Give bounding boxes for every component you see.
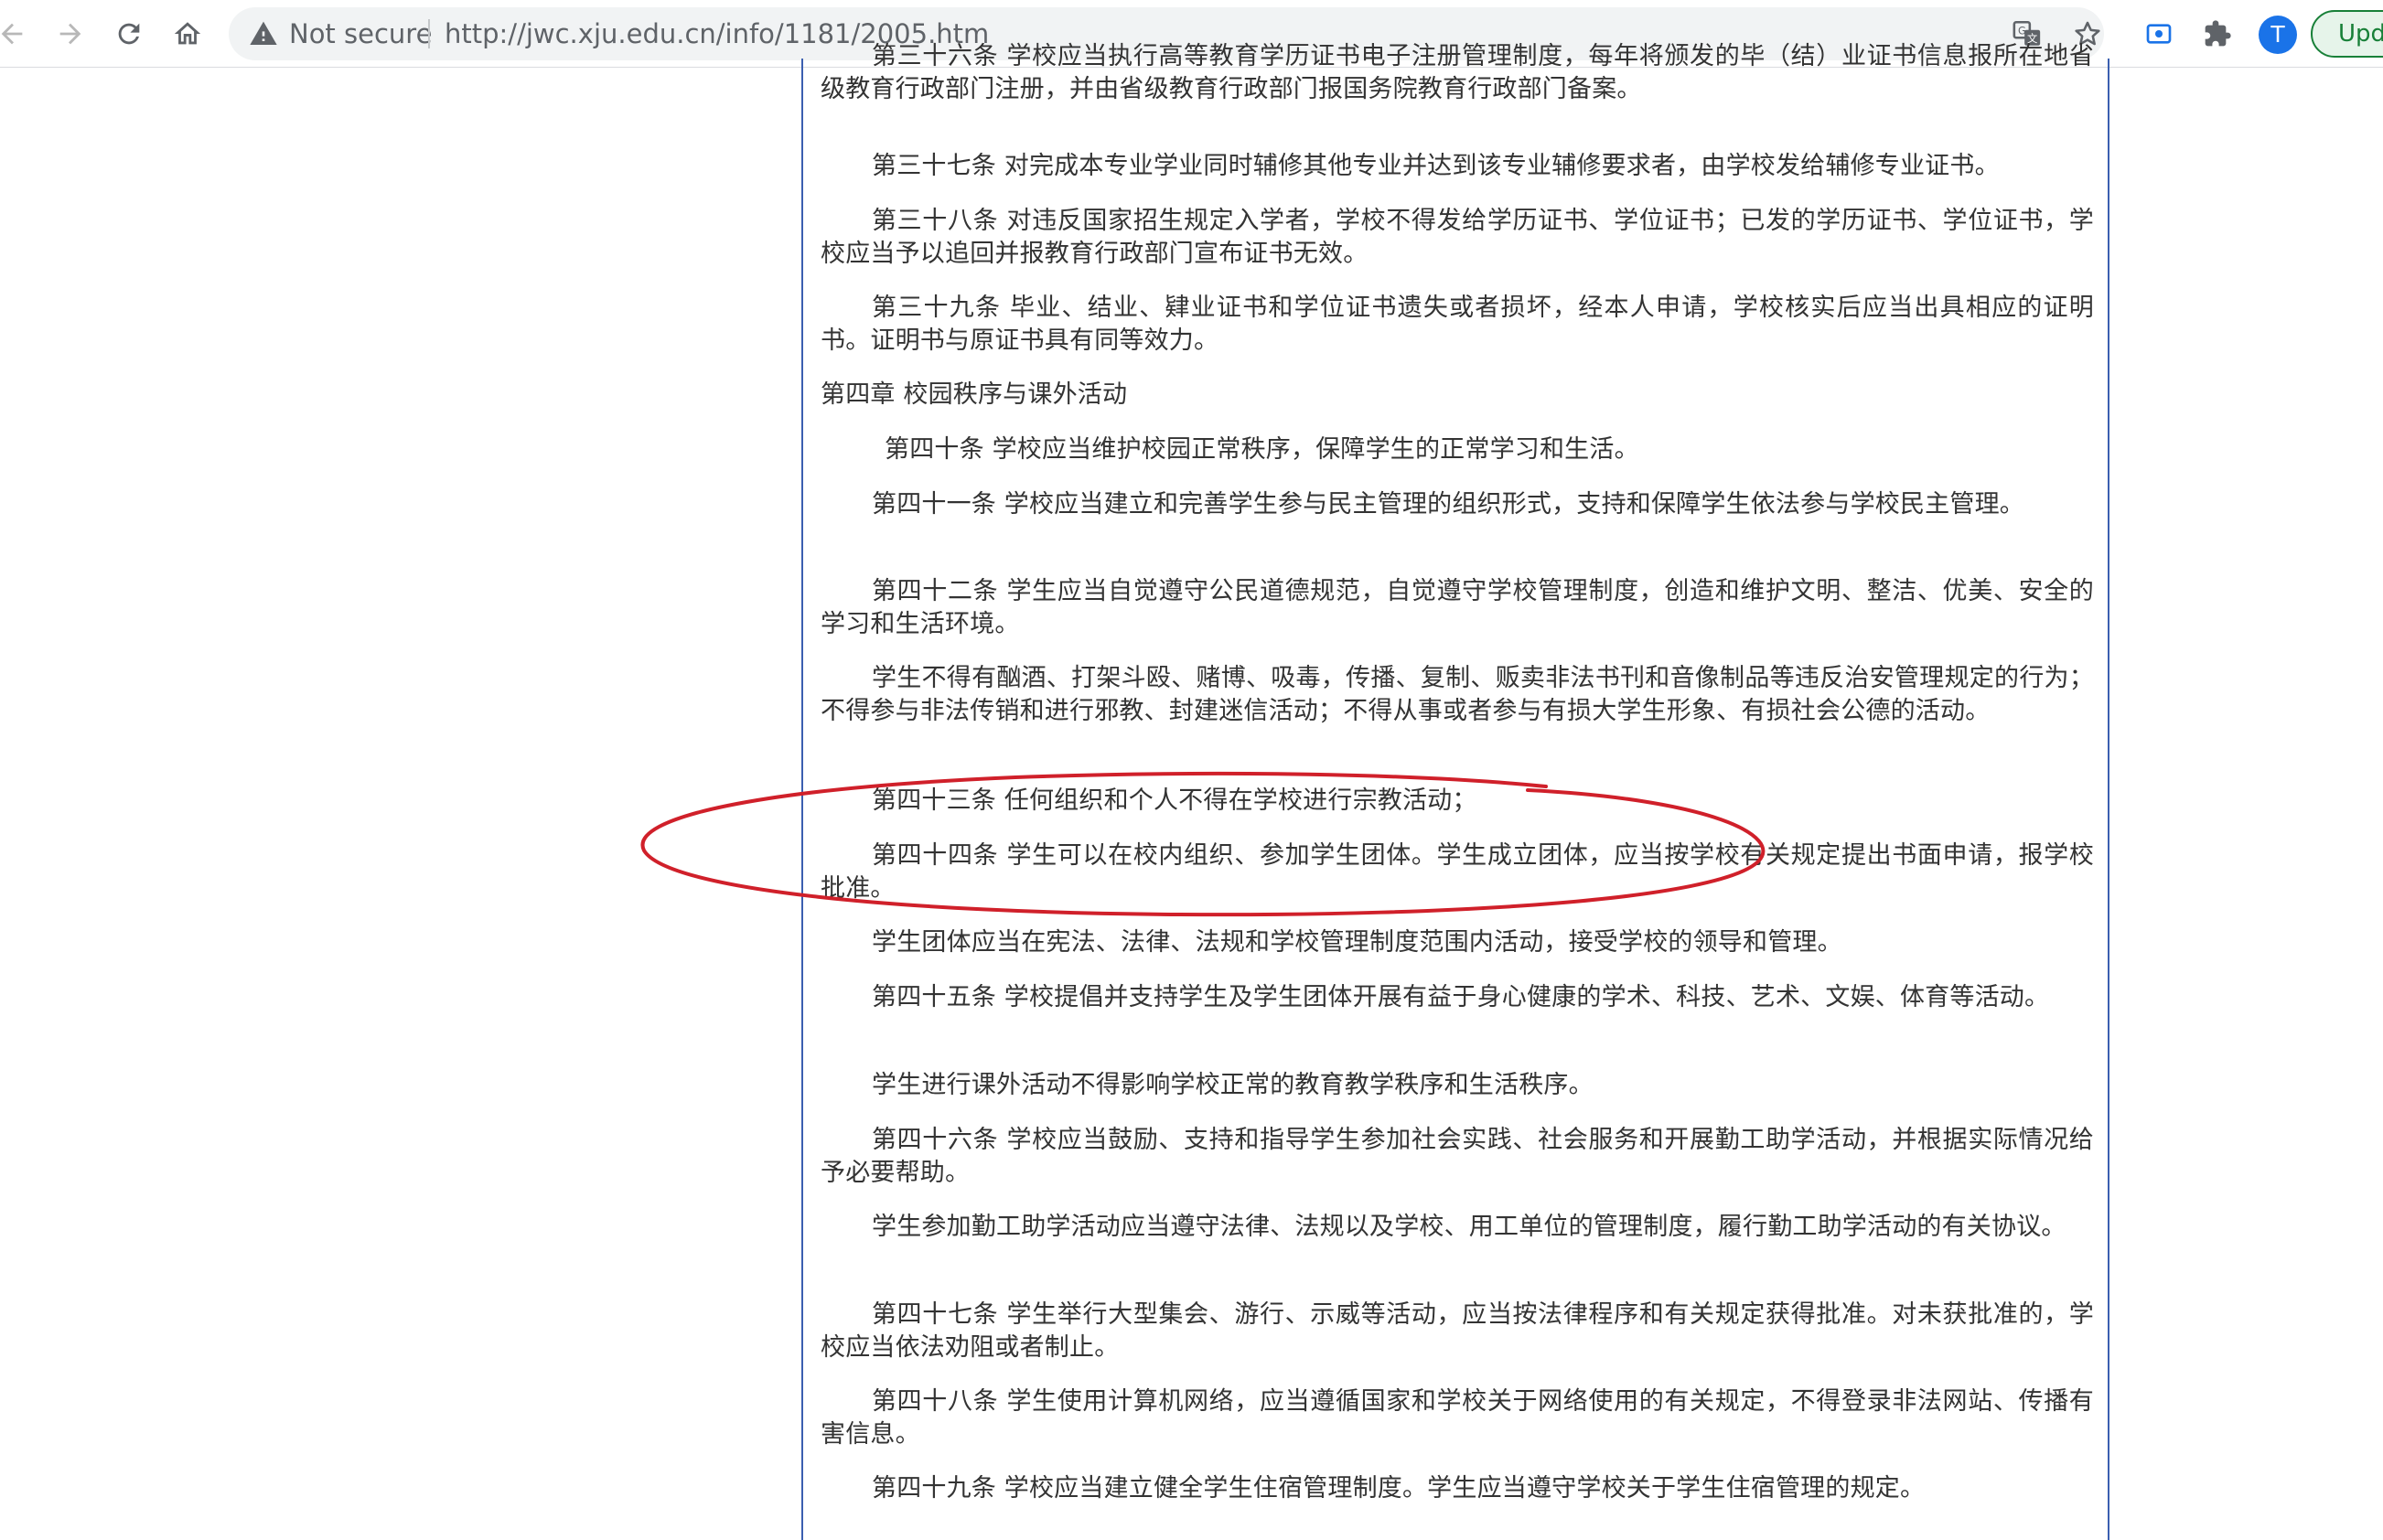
article-paragraph: 第四十一条 学校应当建立和完善学生参与民主管理的组织形式，支持和保障学生依法参与… [872, 490, 2024, 519]
address-divider [428, 19, 430, 48]
article-paragraph: 第三十七条 对完成本专业学业同时辅修其他专业并达到该专业辅修要求者，由学校发给辅… [872, 152, 2000, 180]
article-paragraph: 第四十六条 学校应当鼓励、支持和指导学生参加社会实践、社会服务和开展勤工助学活动… [821, 1126, 2094, 1187]
reload-button[interactable] [104, 9, 154, 59]
security-status-label[interactable]: Not secure [289, 7, 432, 60]
article-paragraph: 第四十九条 学校应当建立健全学生住宿管理制度。学生应当遵守学校关于学生住宿管理的… [872, 1474, 1926, 1503]
home-button[interactable] [163, 9, 212, 59]
article-paragraph: 第三十九条 毕业、结业、肄业证书和学位证书遗失或者损坏，经本人申请，学校核实后应… [821, 294, 2094, 355]
article-paragraph: 第四十八条 学生使用计算机网络，应当遵循国家和学校关于网络使用的有关规定，不得登… [821, 1387, 2094, 1449]
article-paragraph: 第四十条 学校应当维护校园正常秩序，保障学生的正常学习和生活。 [885, 435, 1639, 464]
home-icon [174, 22, 201, 45]
back-button[interactable] [0, 9, 37, 59]
article-paragraph: 第四十七条 学生举行大型集会、游行、示威等活动，应当按法律程序和有关规定获得批准… [821, 1300, 2094, 1362]
article-paragraph: 学生团体应当在宪法、法律、法规和学校管理制度范围内活动，接受学校的领导和管理。 [872, 928, 1842, 957]
article-paragraph: 第三十八条 对违反国家招生规定入学者，学校不得发给学历证书、学位证书；已发的学历… [821, 207, 2094, 268]
article-paragraph: 学生不得有酗酒、打架斗殴、赌博、吸毒，传播、复制、贩卖非法书刊和音像制品等违反治… [821, 664, 2094, 725]
article-paragraph: 第四十四条 学生可以在校内组织、参加学生团体。学生成立团体，应当按学校有关规定提… [821, 841, 2094, 903]
forward-arrow-icon [59, 23, 81, 45]
back-arrow-icon [1, 23, 23, 45]
article-paragraph: 学生进行课外活动不得影响学校正常的教育教学秩序和生活秩序。 [872, 1071, 1594, 1099]
article-paragraph: 第四十五条 学校提倡并支持学生及学生团体开展有益于身心健康的学术、科技、艺术、文… [872, 983, 2050, 1011]
article-paragraph: 第三十六条 学校应当执行高等教育学历证书电子注册管理制度，每年将颁发的毕（结）业… [821, 42, 2094, 103]
article-paragraph: 学生参加勤工助学活动应当遵守法律、法规以及学校、用工单位的管理制度，履行勤工助学… [872, 1213, 2066, 1241]
forward-button[interactable] [46, 9, 95, 59]
chapter-heading: 第四章 校园秩序与课外活动 [821, 380, 1128, 409]
page-viewport: 第三十六条 学校应当执行高等教育学历证书电子注册管理制度，每年将颁发的毕（结）业… [0, 42, 2383, 1540]
update-button[interactable]: Upda [2311, 10, 2383, 58]
screen-cast-icon[interactable] [2141, 16, 2177, 52]
warning-triangle-icon[interactable] [249, 19, 278, 48]
extensions-puzzle-icon[interactable] [2199, 16, 2236, 52]
article-paragraph: 第四十二条 学生应当自觉遵守公民道德规范，自觉遵守学校管理制度，创造和维护文明、… [821, 577, 2094, 638]
profile-avatar[interactable]: T [2259, 16, 2297, 54]
reload-icon [118, 23, 140, 45]
highlighted-paragraph: 第四十三条 任何组织和个人不得在学校进行宗教活动； [872, 786, 1477, 815]
